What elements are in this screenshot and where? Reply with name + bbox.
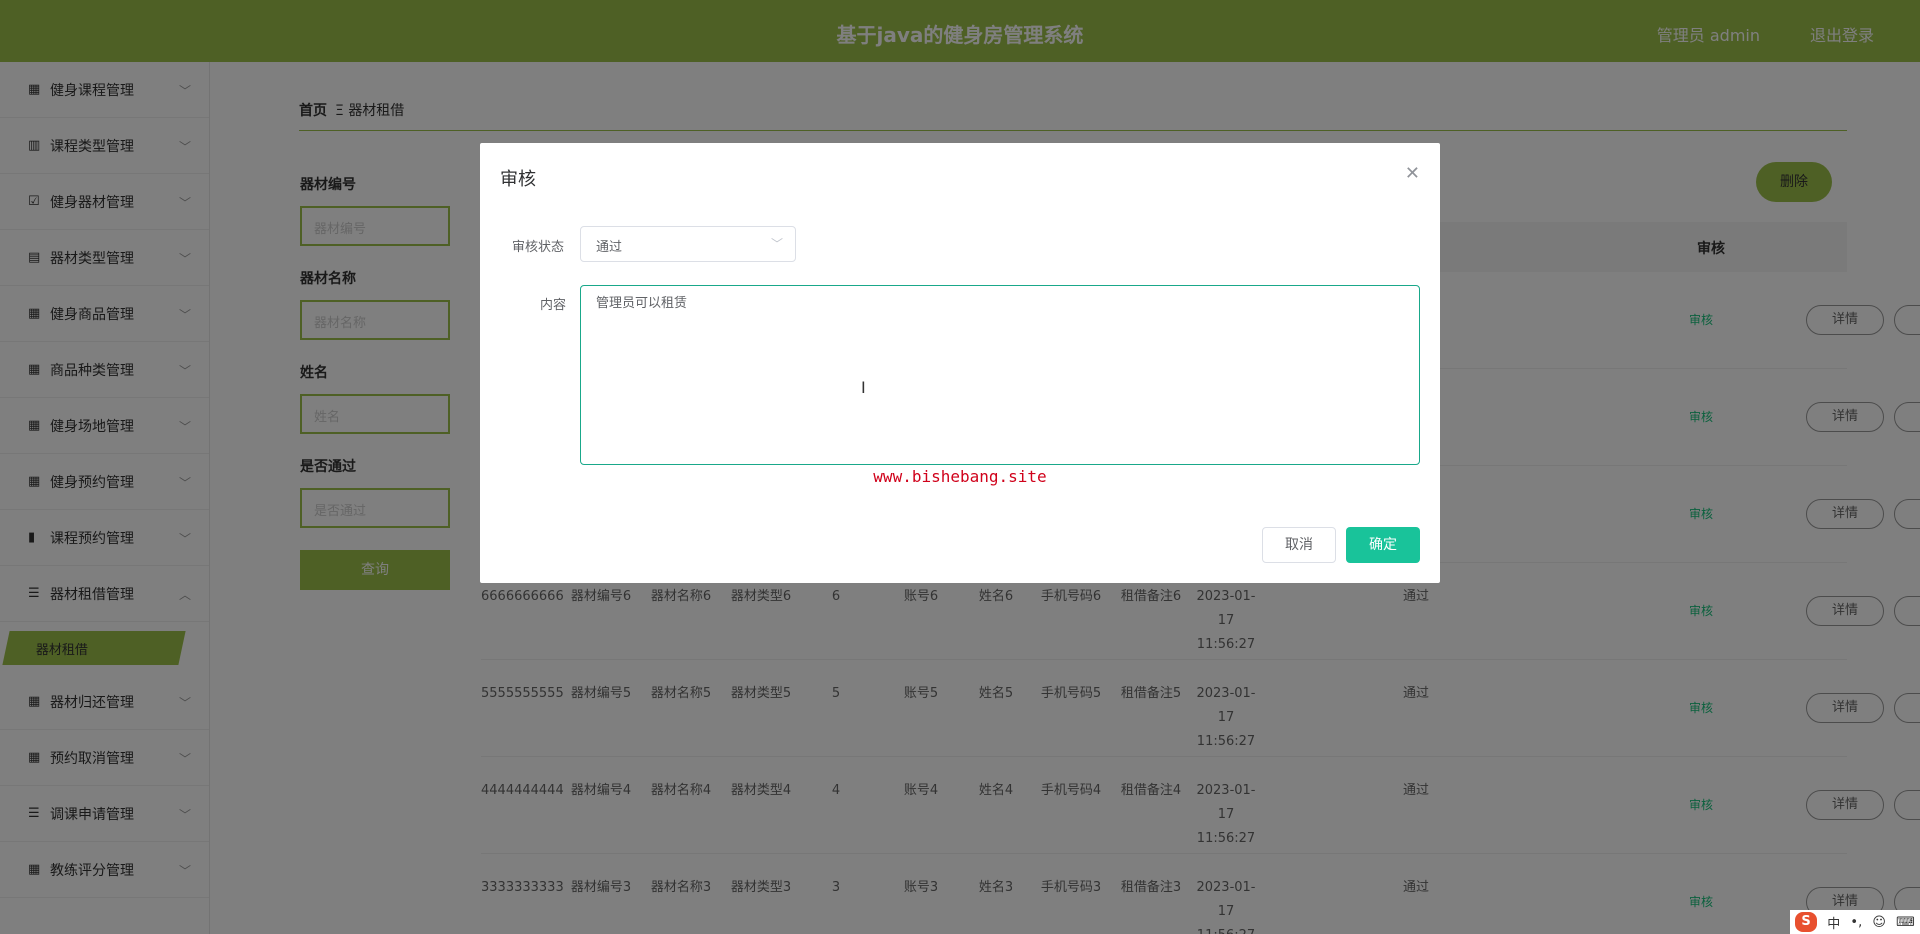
audit-status-select[interactable]: 通过 ﹀ xyxy=(580,226,796,262)
emoji-icon[interactable]: ☺ xyxy=(1872,915,1886,930)
punctuation-icon[interactable]: •, xyxy=(1850,915,1862,930)
audit-status-value: 通过 xyxy=(596,240,623,255)
confirm-button[interactable]: 确定 xyxy=(1346,527,1420,563)
content-value: 管理员可以租赁 xyxy=(596,296,688,311)
chevron-down-icon: ﹀ xyxy=(770,237,783,251)
content-label: 内容 xyxy=(540,298,567,313)
text-cursor-icon: I xyxy=(861,378,866,397)
cancel-button[interactable]: 取消 xyxy=(1262,527,1336,563)
dialog-title: 审核 xyxy=(500,169,536,190)
keyboard-icon[interactable]: ⌨ xyxy=(1896,915,1915,930)
watermark-text: www.bishebang.site xyxy=(873,467,1047,486)
ime-toolbar: S 中 •, ☺ ⌨ xyxy=(1790,910,1920,934)
close-icon[interactable]: ✕ xyxy=(1405,163,1420,184)
ime-language[interactable]: 中 xyxy=(1827,913,1840,932)
sogou-logo-icon[interactable]: S xyxy=(1795,912,1818,932)
audit-dialog: 审核 ✕ 审核状态 通过 ﹀ 内容 管理员可以租赁 I www.bisheban… xyxy=(480,143,1440,583)
audit-status-label: 审核状态 xyxy=(512,240,565,255)
content-textarea[interactable]: 管理员可以租赁 I xyxy=(580,285,1420,465)
